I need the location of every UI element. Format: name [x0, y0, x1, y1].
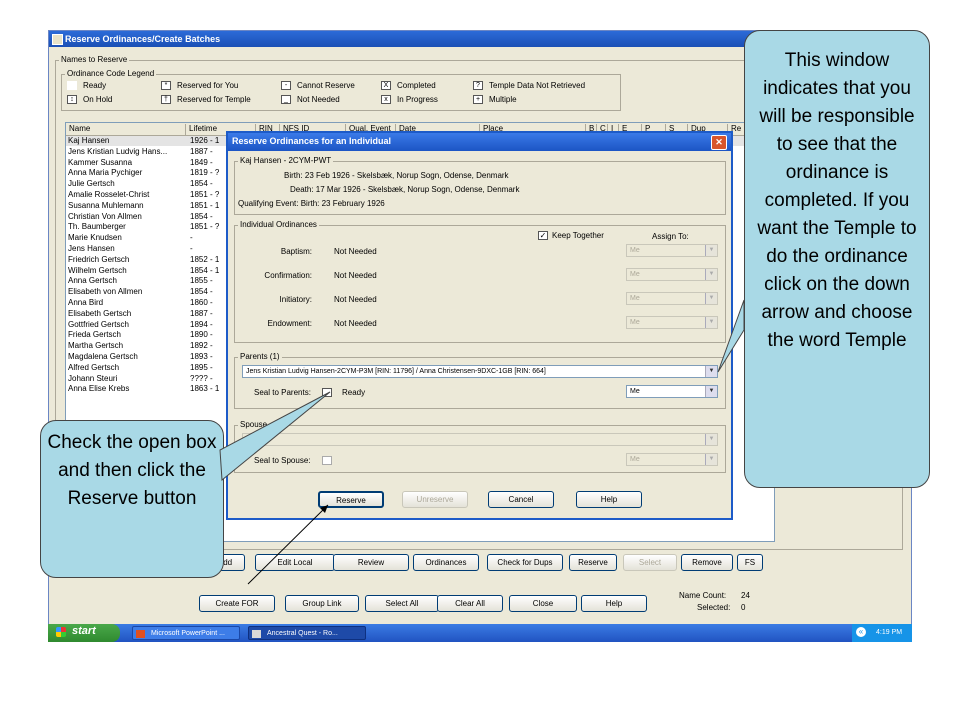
- callout-pointers: [219, 299, 745, 585]
- arrow-line: [247, 504, 329, 585]
- right-callout-tail: [717, 299, 745, 373]
- left-callout-tail: [219, 391, 331, 481]
